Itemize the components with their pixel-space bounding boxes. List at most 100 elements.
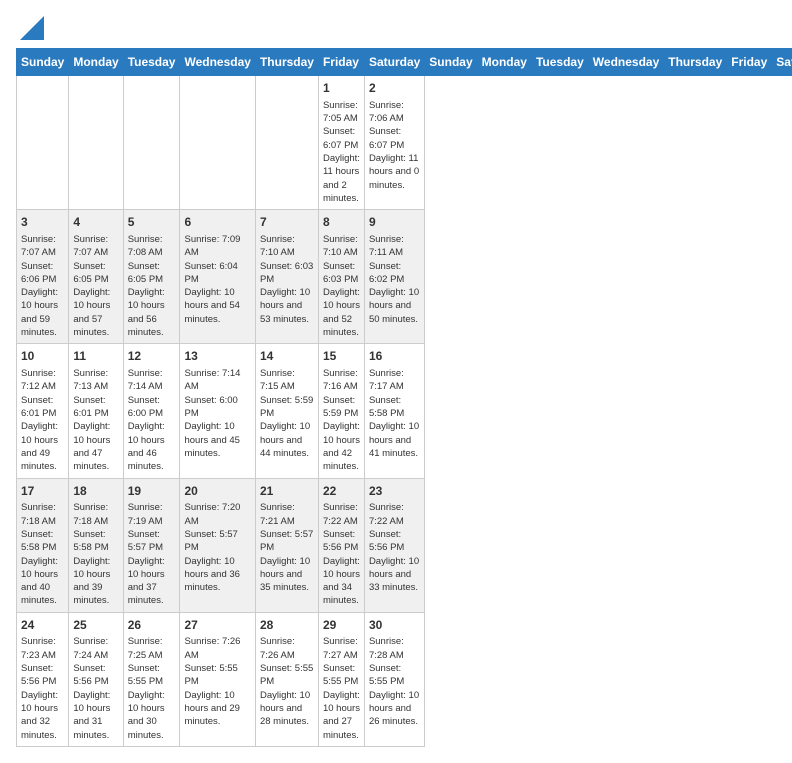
day-info: Daylight: 10 hours and 39 minutes. bbox=[73, 555, 118, 608]
day-number: 26 bbox=[128, 617, 176, 634]
calendar-cell: 21Sunrise: 7:21 AMSunset: 5:57 PMDayligh… bbox=[255, 478, 318, 612]
calendar-cell bbox=[17, 76, 69, 210]
calendar-cell bbox=[69, 76, 123, 210]
day-info: Sunset: 5:58 PM bbox=[369, 394, 420, 421]
day-info: Daylight: 10 hours and 42 minutes. bbox=[323, 420, 360, 473]
day-number: 11 bbox=[73, 348, 118, 365]
day-info: Daylight: 10 hours and 28 minutes. bbox=[260, 689, 314, 729]
day-number: 4 bbox=[73, 214, 118, 231]
header-saturday: Saturday bbox=[364, 49, 424, 76]
header-monday: Monday bbox=[477, 49, 531, 76]
day-info: Sunset: 5:56 PM bbox=[21, 662, 64, 689]
calendar-cell: 3Sunrise: 7:07 AMSunset: 6:06 PMDaylight… bbox=[17, 210, 69, 344]
day-info: Daylight: 10 hours and 35 minutes. bbox=[260, 555, 314, 595]
day-info: Sunset: 6:05 PM bbox=[128, 260, 176, 287]
day-info: Sunset: 5:56 PM bbox=[369, 528, 420, 555]
day-info: Sunrise: 7:24 AM bbox=[73, 635, 118, 662]
calendar-cell: 5Sunrise: 7:08 AMSunset: 6:05 PMDaylight… bbox=[123, 210, 180, 344]
day-info: Daylight: 10 hours and 49 minutes. bbox=[21, 420, 64, 473]
day-info: Sunrise: 7:23 AM bbox=[21, 635, 64, 662]
day-number: 15 bbox=[323, 348, 360, 365]
day-info: Sunset: 6:02 PM bbox=[369, 260, 420, 287]
day-info: Sunrise: 7:12 AM bbox=[21, 367, 64, 394]
calendar-cell: 18Sunrise: 7:18 AMSunset: 5:58 PMDayligh… bbox=[69, 478, 123, 612]
calendar-cell: 24Sunrise: 7:23 AMSunset: 5:56 PMDayligh… bbox=[17, 612, 69, 746]
day-number: 20 bbox=[184, 483, 250, 500]
calendar-cell: 27Sunrise: 7:26 AMSunset: 5:55 PMDayligh… bbox=[180, 612, 255, 746]
day-info: Daylight: 10 hours and 32 minutes. bbox=[21, 689, 64, 742]
day-number: 10 bbox=[21, 348, 64, 365]
day-info: Sunset: 5:59 PM bbox=[323, 394, 360, 421]
day-info: Sunrise: 7:13 AM bbox=[73, 367, 118, 394]
day-number: 12 bbox=[128, 348, 176, 365]
day-info: Daylight: 11 hours and 0 minutes. bbox=[369, 152, 420, 192]
day-info: Sunrise: 7:10 AM bbox=[260, 233, 314, 260]
day-info: Sunset: 5:56 PM bbox=[73, 662, 118, 689]
day-number: 6 bbox=[184, 214, 250, 231]
day-info: Daylight: 10 hours and 33 minutes. bbox=[369, 555, 420, 595]
day-info: Sunrise: 7:28 AM bbox=[369, 635, 420, 662]
calendar-cell: 6Sunrise: 7:09 AMSunset: 6:04 PMDaylight… bbox=[180, 210, 255, 344]
day-info: Sunset: 6:00 PM bbox=[184, 394, 250, 421]
calendar-cell: 4Sunrise: 7:07 AMSunset: 6:05 PMDaylight… bbox=[69, 210, 123, 344]
calendar-cell bbox=[180, 76, 255, 210]
day-info: Daylight: 10 hours and 54 minutes. bbox=[184, 286, 250, 326]
day-info: Sunrise: 7:22 AM bbox=[323, 501, 360, 528]
page-header bbox=[16, 16, 776, 40]
day-number: 29 bbox=[323, 617, 360, 634]
day-info: Sunset: 5:55 PM bbox=[184, 662, 250, 689]
day-number: 21 bbox=[260, 483, 314, 500]
header-sunday: Sunday bbox=[425, 49, 477, 76]
calendar-week-4: 17Sunrise: 7:18 AMSunset: 5:58 PMDayligh… bbox=[17, 478, 792, 612]
day-info: Sunset: 6:07 PM bbox=[369, 125, 420, 152]
calendar-cell: 28Sunrise: 7:26 AMSunset: 5:55 PMDayligh… bbox=[255, 612, 318, 746]
calendar-week-2: 3Sunrise: 7:07 AMSunset: 6:06 PMDaylight… bbox=[17, 210, 792, 344]
day-number: 13 bbox=[184, 348, 250, 365]
day-info: Sunset: 5:57 PM bbox=[184, 528, 250, 555]
header-friday: Friday bbox=[318, 49, 364, 76]
calendar-cell: 19Sunrise: 7:19 AMSunset: 5:57 PMDayligh… bbox=[123, 478, 180, 612]
day-info: Daylight: 10 hours and 50 minutes. bbox=[369, 286, 420, 326]
day-number: 8 bbox=[323, 214, 360, 231]
header-monday: Monday bbox=[69, 49, 123, 76]
day-number: 25 bbox=[73, 617, 118, 634]
day-info: Daylight: 10 hours and 40 minutes. bbox=[21, 555, 64, 608]
calendar-cell: 10Sunrise: 7:12 AMSunset: 6:01 PMDayligh… bbox=[17, 344, 69, 478]
day-info: Sunset: 6:01 PM bbox=[73, 394, 118, 421]
day-number: 3 bbox=[21, 214, 64, 231]
day-number: 30 bbox=[369, 617, 420, 634]
calendar-week-5: 24Sunrise: 7:23 AMSunset: 5:56 PMDayligh… bbox=[17, 612, 792, 746]
calendar-cell: 26Sunrise: 7:25 AMSunset: 5:55 PMDayligh… bbox=[123, 612, 180, 746]
day-info: Daylight: 10 hours and 37 minutes. bbox=[128, 555, 176, 608]
day-info: Sunrise: 7:14 AM bbox=[184, 367, 250, 394]
logo bbox=[16, 16, 44, 40]
day-info: Daylight: 10 hours and 27 minutes. bbox=[323, 689, 360, 742]
header-friday: Friday bbox=[727, 49, 772, 76]
header-sunday: Sunday bbox=[17, 49, 69, 76]
day-info: Daylight: 10 hours and 36 minutes. bbox=[184, 555, 250, 595]
calendar-cell: 30Sunrise: 7:28 AMSunset: 5:55 PMDayligh… bbox=[364, 612, 424, 746]
logo-icon bbox=[20, 16, 44, 40]
day-number: 7 bbox=[260, 214, 314, 231]
day-info: Sunset: 5:55 PM bbox=[128, 662, 176, 689]
day-info: Daylight: 10 hours and 31 minutes. bbox=[73, 689, 118, 742]
calendar-cell: 29Sunrise: 7:27 AMSunset: 5:55 PMDayligh… bbox=[318, 612, 364, 746]
calendar-header-row: SundayMondayTuesdayWednesdayThursdayFrid… bbox=[17, 49, 792, 76]
day-number: 27 bbox=[184, 617, 250, 634]
calendar-cell: 11Sunrise: 7:13 AMSunset: 6:01 PMDayligh… bbox=[69, 344, 123, 478]
day-info: Daylight: 10 hours and 46 minutes. bbox=[128, 420, 176, 473]
calendar-cell: 17Sunrise: 7:18 AMSunset: 5:58 PMDayligh… bbox=[17, 478, 69, 612]
day-info: Sunrise: 7:06 AM bbox=[369, 99, 420, 126]
day-info: Sunset: 5:58 PM bbox=[73, 528, 118, 555]
day-info: Daylight: 10 hours and 41 minutes. bbox=[369, 420, 420, 460]
calendar-cell: 2 Sunrise: 7:06 AMSunset: 6:07 PMDaylight… bbox=[364, 76, 424, 210]
day-info: Sunset: 6:04 PM bbox=[184, 260, 250, 287]
day-number: 2 bbox=[369, 80, 420, 97]
day-info: Daylight: 10 hours and 45 minutes. bbox=[184, 420, 250, 460]
day-number: 16 bbox=[369, 348, 420, 365]
day-info: Daylight: 10 hours and 44 minutes. bbox=[260, 420, 314, 460]
day-info: Sunset: 6:03 PM bbox=[260, 260, 314, 287]
day-info: Sunrise: 7:10 AM bbox=[323, 233, 360, 260]
day-info: Daylight: 10 hours and 52 minutes. bbox=[323, 286, 360, 339]
day-number: 28 bbox=[260, 617, 314, 634]
